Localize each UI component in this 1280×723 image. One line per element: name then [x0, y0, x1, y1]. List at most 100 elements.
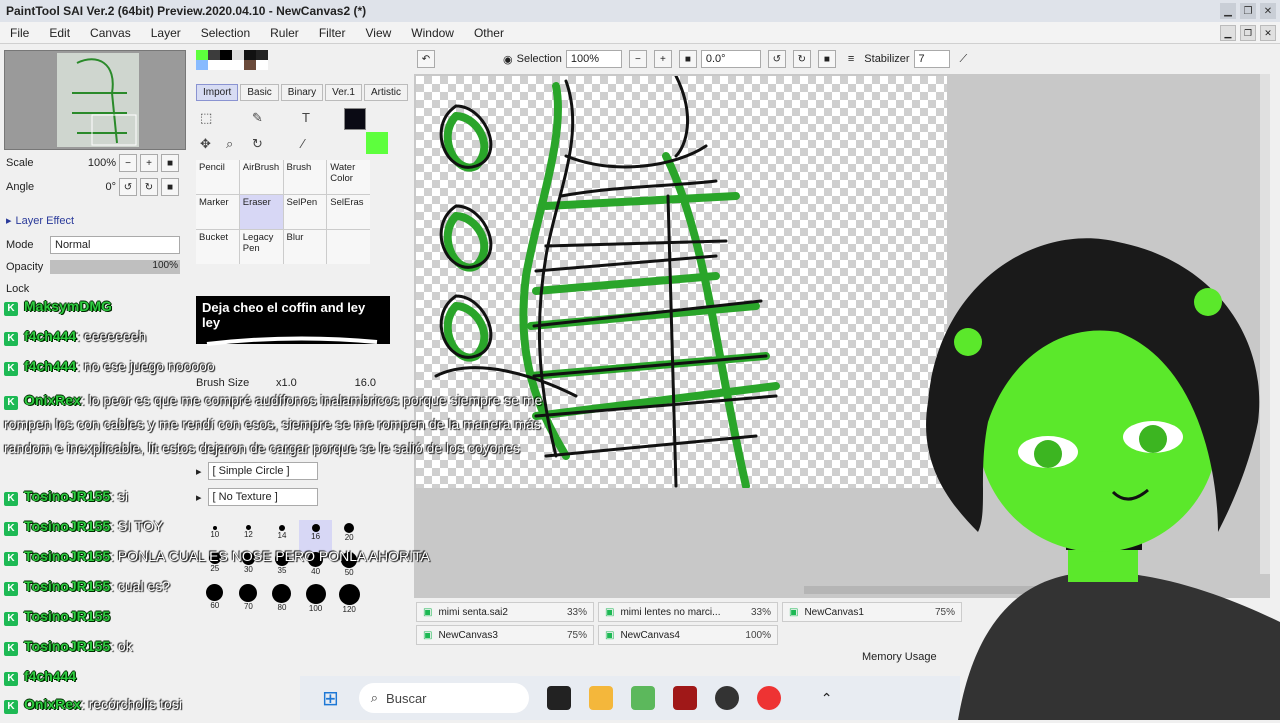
doc-tab-newcanvas4[interactable]: ▣ NewCanvas4 100% — [598, 625, 778, 645]
tab-basic[interactable]: Basic — [240, 84, 279, 101]
angle-row: Angle 0° ↺ ↻ ■ — [6, 178, 186, 196]
eyedropper-icon[interactable]: ⁄ — [302, 136, 304, 151]
chat-message: K OnixRex: lo peor es que me compré audíf… — [4, 392, 543, 456]
secondary-color-swatch[interactable] — [366, 132, 388, 154]
kick-badge-icon: K — [4, 396, 18, 410]
pen-icon[interactable]: ✎ — [252, 110, 263, 126]
zoom-select[interactable]: 100% — [565, 50, 622, 68]
zoom-out-button[interactable]: − — [119, 154, 137, 172]
doc-restore-icon[interactable]: ❐ — [1240, 25, 1256, 41]
lock-row: Lock — [6, 283, 29, 295]
brush-blur[interactable]: Blur — [283, 230, 327, 264]
stabilizer-select[interactable]: 7 — [913, 50, 950, 68]
app-icon[interactable] — [672, 686, 697, 710]
canvas-toolbar: ↶ ◉ Selection 100% − + ■ 0.0° ↺ ↻ ■ ≡ Sta… — [414, 48, 1270, 70]
chat-message: K MaksymDMG — [4, 298, 112, 316]
menu-canvas[interactable]: Canvas — [80, 26, 141, 40]
chat-message: Kf4ch444: no ese juego nooooo — [4, 358, 215, 376]
zoom-icon[interactable]: ⌕ — [226, 136, 233, 152]
tab-import[interactable]: Import — [196, 84, 239, 101]
menu-lines-icon[interactable]: ≡ — [848, 53, 854, 65]
avatar-character-icon — [926, 238, 1280, 720]
brush-marker[interactable]: Marker — [196, 195, 239, 229]
text-tool-icon[interactable]: T — [302, 110, 310, 125]
doc-close-icon[interactable]: ✕ — [1260, 25, 1276, 41]
triangle-right-icon: ▸ — [6, 215, 12, 227]
canvas-zoom-reset-button[interactable]: ■ — [678, 50, 697, 68]
brush-watercolor[interactable]: Water Color — [327, 160, 370, 194]
menu-file[interactable]: File — [0, 26, 39, 40]
canvas-rotate-right-button[interactable]: ↻ — [792, 50, 811, 68]
chat-message: Kf4ch444: eeeeeeeh — [4, 328, 146, 346]
title-bar: PaintTool SAI Ver.2 (64bit) Preview.2020… — [0, 0, 1280, 22]
primary-color-swatch[interactable] — [344, 108, 366, 130]
chrome-icon[interactable] — [756, 686, 781, 710]
opacity-row: Opacity 100% — [6, 260, 180, 274]
scale-row: Scale 100% − + ■ — [6, 154, 186, 172]
brush-bucket[interactable]: Bucket — [196, 230, 239, 264]
minimize-icon[interactable]: ▁ — [1220, 3, 1236, 19]
menu-window[interactable]: Window — [401, 26, 464, 40]
layer-effect-row[interactable]: ▸ Layer Effect — [6, 214, 74, 228]
rect-select-icon[interactable]: ⬚ — [200, 110, 212, 126]
canvas-rotate-left-button[interactable]: ↺ — [767, 50, 786, 68]
canvas-zoom-out-button[interactable]: − — [628, 50, 647, 68]
kick-badge-icon: K — [4, 302, 18, 316]
thumbnail-sketch-icon — [72, 58, 137, 146]
window-title: PaintTool SAI Ver.2 (64bit) Preview.2020… — [6, 4, 367, 18]
color-swatches[interactable] — [196, 50, 268, 70]
opacity-slider[interactable]: 100% — [50, 260, 180, 274]
menu-view[interactable]: View — [355, 26, 401, 40]
brush-seleras[interactable]: SelEras — [327, 195, 370, 229]
menu-selection[interactable]: Selection — [191, 26, 260, 40]
scale-value: 100% — [87, 157, 116, 169]
paint-tool-icon[interactable] — [630, 686, 655, 710]
rotate-icon[interactable]: ↻ — [252, 136, 263, 152]
brush-empty[interactable] — [327, 230, 370, 264]
brush-selpen[interactable]: SelPen — [283, 195, 327, 229]
canvas-rotate-reset-button[interactable]: ■ — [817, 50, 836, 68]
doc-minimize-icon[interactable]: ▁ — [1220, 25, 1236, 41]
kick-badge-icon: K — [4, 332, 18, 346]
document-icon: ▣ — [605, 629, 615, 641]
menu-other[interactable]: Other — [464, 26, 514, 40]
brush-airbrush[interactable]: AirBrush — [239, 160, 283, 194]
kick-badge-icon: K — [4, 700, 18, 714]
rotate-left-button[interactable]: ↺ — [119, 178, 137, 196]
brush-eraser[interactable]: Eraser — [239, 195, 283, 229]
rotate-right-button[interactable]: ↻ — [140, 178, 158, 196]
close-icon[interactable]: ✕ — [1260, 3, 1276, 19]
chevron-up-icon[interactable]: ⌃ — [821, 690, 833, 707]
obs-icon[interactable] — [714, 686, 739, 710]
menu-edit[interactable]: Edit — [39, 26, 80, 40]
navigator-preview[interactable] — [4, 50, 186, 150]
restore-icon[interactable]: ❐ — [1240, 3, 1256, 19]
file-explorer-icon[interactable] — [588, 686, 613, 710]
zoom-in-button[interactable]: + — [140, 154, 158, 172]
scale-label: Scale — [6, 157, 34, 169]
selection-toggle[interactable]: ◉ Selection — [503, 53, 562, 66]
menu-filter[interactable]: Filter — [309, 26, 356, 40]
kick-badge-icon: K — [4, 522, 18, 536]
rotation-select[interactable]: 0.0° — [700, 50, 761, 68]
move-icon[interactable]: ✥ — [200, 136, 211, 152]
undo-button[interactable]: ↶ — [417, 50, 435, 68]
menu-bar: File Edit Canvas Layer Selection Ruler F… — [0, 22, 1280, 44]
document-icon: ▣ — [789, 606, 799, 618]
tab-binary[interactable]: Binary — [280, 84, 324, 101]
chat-message: K TosinoJR155: PONLA CUAL ES NOSE PERO PO… — [4, 548, 430, 566]
document-icon: ▣ — [605, 606, 615, 618]
pen-pressure-icon[interactable]: ⟋ — [960, 53, 968, 66]
zoom-reset-button[interactable]: ■ — [161, 154, 179, 172]
brush-pencil[interactable]: Pencil — [196, 160, 239, 194]
tab-artistic[interactable]: Artistic — [363, 84, 408, 101]
tab-ver1[interactable]: Ver.1 — [325, 84, 362, 101]
blend-mode-select[interactable]: Normal — [50, 236, 180, 254]
brush-brush[interactable]: Brush — [283, 160, 327, 194]
menu-ruler[interactable]: Ruler — [260, 26, 309, 40]
menu-layer[interactable]: Layer — [141, 26, 191, 40]
brush-legacy-pen[interactable]: Legacy Pen — [239, 230, 283, 264]
rotate-reset-button[interactable]: ■ — [161, 178, 179, 196]
doc-tab-mimi-lentes[interactable]: ▣ mimi lentes no marci... 33% — [598, 602, 778, 622]
canvas-zoom-in-button[interactable]: + — [653, 50, 672, 68]
